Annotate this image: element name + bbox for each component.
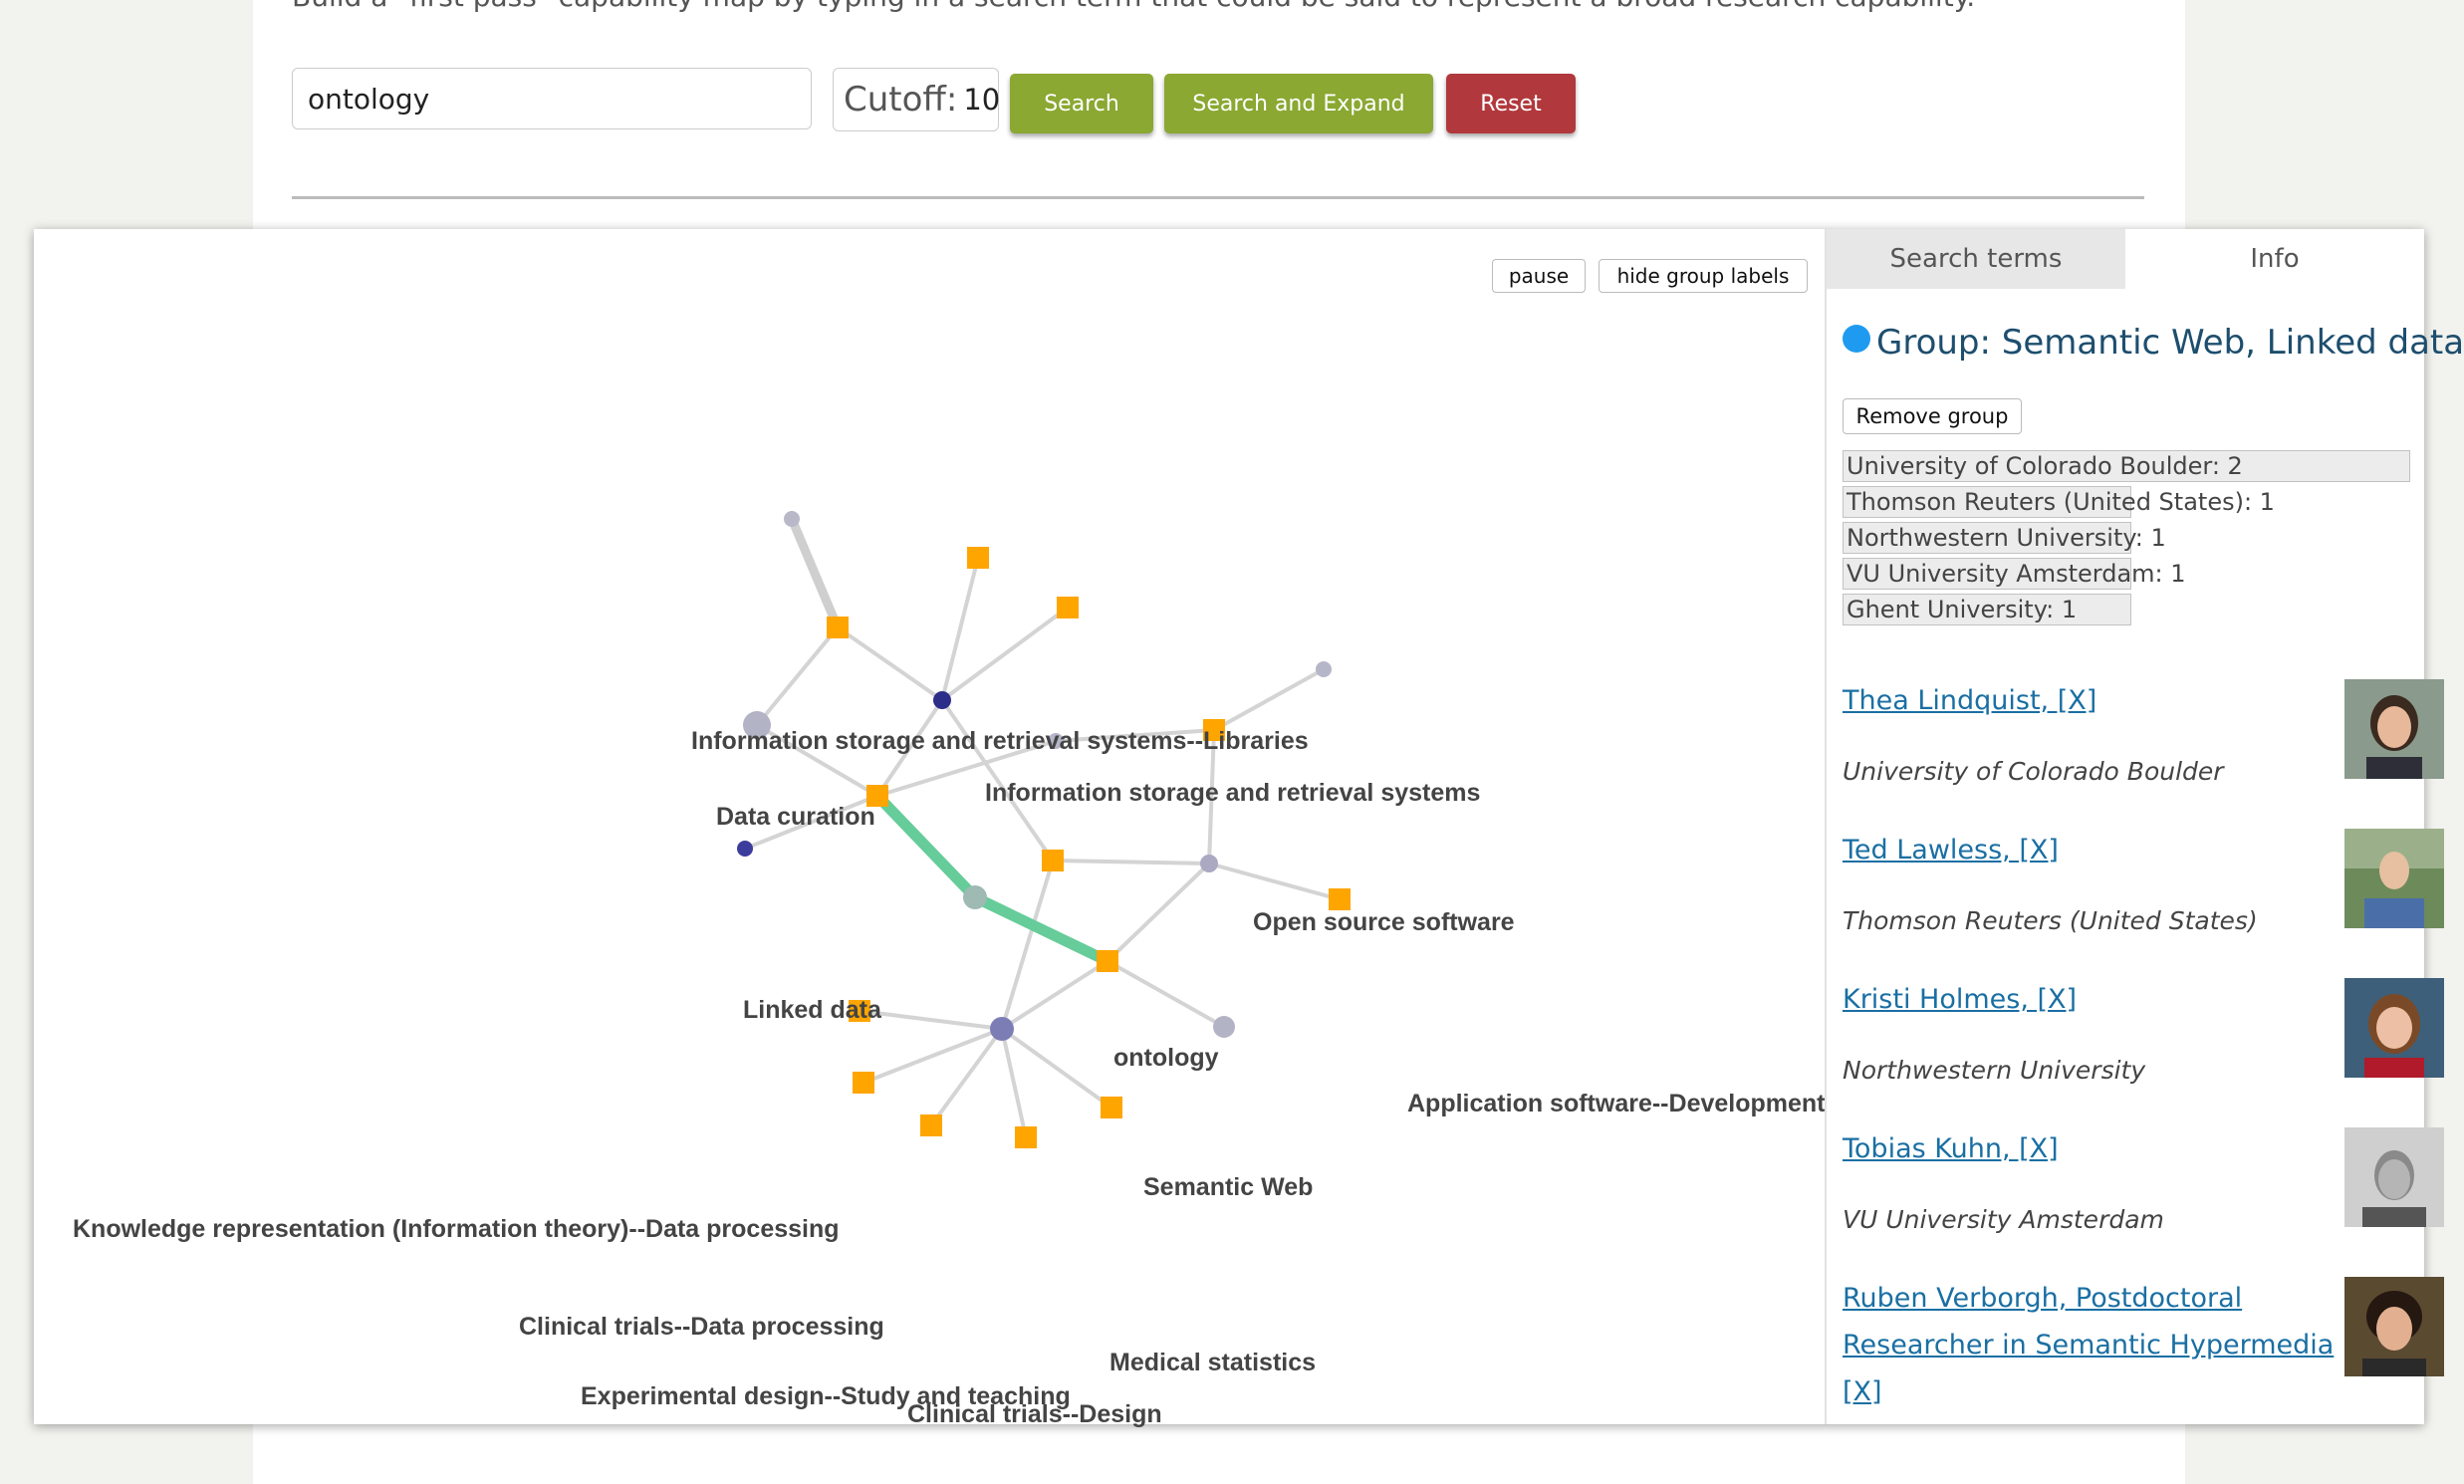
avatar: [2344, 1127, 2444, 1227]
graph-node[interactable]: [1200, 855, 1218, 872]
search-input[interactable]: ontology: [292, 68, 812, 129]
node-label: Linked data: [743, 996, 881, 1024]
highlighted-edge: [871, 790, 981, 903]
graph-edge: [1208, 862, 1341, 901]
node-label: Information storage and retrieval system…: [691, 727, 1309, 755]
reset-button[interactable]: Reset: [1446, 74, 1576, 133]
search-and-expand-button[interactable]: Search and Expand: [1164, 74, 1433, 133]
avatar: [2344, 829, 2444, 928]
concept-node[interactable]: [1057, 597, 1079, 618]
institution-text: University of Colorado Boulder: 2: [1847, 452, 2243, 480]
avatar: [2344, 679, 2444, 779]
institution-text: Ghent University: 1: [1847, 596, 2078, 623]
node-label: Clinical trials--Design: [907, 1400, 1162, 1428]
cutoff-label: Cutoff:: [844, 80, 958, 120]
institution-row: Ghent University: 1: [1843, 594, 2131, 625]
node-label: ontology: [1113, 1044, 1219, 1072]
node-label: Application software--Development: [1407, 1090, 1826, 1117]
group-title: Group: Semantic Web, Linked data: [1876, 323, 2464, 363]
node-label: Knowledge representation (Information th…: [73, 1215, 840, 1243]
graph-edge: [1107, 959, 1225, 1029]
remove-group-button[interactable]: Remove group: [1843, 398, 2022, 434]
person-institution: Thomson Reuters (United States): [1843, 906, 2258, 935]
person-link[interactable]: Ruben Verborgh, Postdoctoral: [1843, 1275, 2242, 1323]
person-institution: VU University Amsterdam: [1843, 1205, 2164, 1234]
graph-node[interactable]: [990, 1017, 1014, 1041]
node-label: Semantic Web: [1143, 1173, 1314, 1201]
person-link[interactable]: Researcher in Semantic Hypermedia: [1843, 1322, 2334, 1369]
graph-node[interactable]: [1316, 661, 1332, 677]
avatar: [2344, 1277, 2444, 1376]
person-link[interactable]: Kristi Holmes, [X]: [1843, 976, 2077, 1024]
concept-node[interactable]: [1042, 850, 1064, 871]
highlighted-edge: [969, 891, 1113, 967]
institution-row: Thomson Reuters (United States): 1: [1843, 486, 2275, 518]
network-graph[interactable]: [34, 229, 1825, 1424]
person-link[interactable]: Tobias Kuhn, [X]: [1843, 1125, 2059, 1173]
concept-node[interactable]: [967, 547, 989, 569]
graph-edge: [1106, 862, 1211, 963]
graph-area[interactable]: Information storage and retrieval system…: [34, 229, 1826, 1428]
node-label: Open source software: [1253, 908, 1515, 936]
person-link[interactable]: [X]: [1843, 1368, 1882, 1416]
concept-node[interactable]: [920, 1114, 942, 1136]
person-link[interactable]: Ted Lawless, [X]: [1843, 827, 2059, 874]
search-button[interactable]: Search: [1010, 74, 1153, 133]
hide-group-labels-button[interactable]: hide group labels: [1599, 259, 1808, 293]
institution-row: VU University Amsterdam: 1: [1843, 558, 2186, 590]
tab-info[interactable]: Info: [2125, 229, 2424, 289]
graph-node[interactable]: [933, 691, 951, 709]
graph-node[interactable]: [1213, 1016, 1235, 1038]
info-panel: Search terms Info Group: Semantic Web, L…: [1825, 229, 2464, 1424]
graph-edge: [755, 625, 840, 727]
graph-edge: [836, 625, 944, 702]
node-label: Information storage and retrieval system…: [985, 779, 1481, 807]
graph-edge: [1000, 860, 1055, 1030]
concept-node[interactable]: [1329, 888, 1351, 910]
institution-row: Northwestern University: 1: [1843, 522, 2166, 554]
institution-text: Northwestern University: 1: [1847, 524, 2166, 552]
person-institution: University of Colorado Boulder: [1843, 757, 2224, 786]
tab-search-terms[interactable]: Search terms: [1827, 229, 2125, 289]
pause-button[interactable]: pause: [1492, 259, 1586, 293]
search-input-value: ontology: [308, 82, 430, 116]
cutoff-field[interactable]: Cutoff: 10: [833, 68, 1000, 131]
person-link[interactable]: Thea Lindquist, [X]: [1843, 677, 2096, 725]
concept-node[interactable]: [1097, 950, 1118, 972]
concept-node[interactable]: [1101, 1097, 1122, 1118]
person-institution: Northwestern University: [1843, 1056, 2146, 1085]
avatar: [2344, 978, 2444, 1078]
institution-text: VU University Amsterdam: 1: [1847, 560, 2186, 588]
divider: [292, 196, 2144, 199]
institution-text: Thomson Reuters (United States): 1: [1847, 488, 2275, 516]
node-label: Clinical trials--Data processing: [519, 1313, 884, 1341]
concept-node[interactable]: [827, 617, 849, 638]
group-color-dot: [1843, 325, 1870, 353]
cutoff-value[interactable]: 10: [963, 83, 1000, 117]
graph-edge: [787, 517, 843, 629]
visualization-card: Information storage and retrieval system…: [34, 229, 2464, 1428]
graph-edge: [1213, 667, 1325, 732]
node-label: Data curation: [716, 803, 875, 831]
concept-node[interactable]: [1015, 1126, 1037, 1148]
node-label: Medical statistics: [1109, 1349, 1317, 1376]
graph-node[interactable]: [737, 841, 753, 857]
concept-node[interactable]: [853, 1072, 874, 1094]
intro-text: Build a "first pass" capability map by t…: [292, 0, 2184, 13]
graph-node[interactable]: [784, 511, 800, 527]
institution-row: University of Colorado Boulder: 2: [1843, 450, 2410, 482]
graph-edge: [1052, 859, 1210, 866]
graph-node[interactable]: [963, 885, 987, 909]
